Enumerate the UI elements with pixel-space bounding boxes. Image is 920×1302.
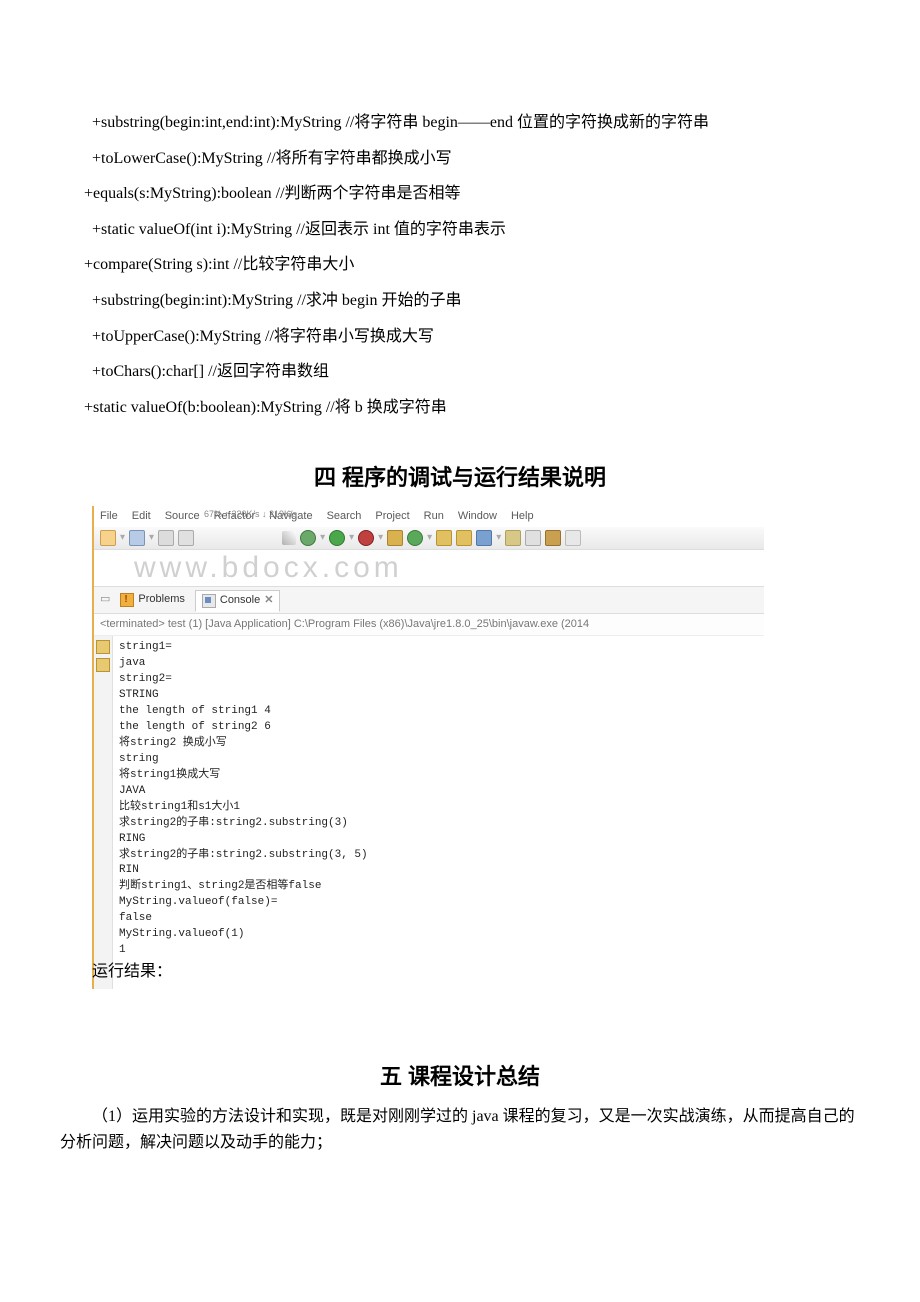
ide-toolbar: ▾ ▾ ▾ ▾ ▾ ▾ ▾ [94,527,764,550]
gutter-icon[interactable] [96,658,110,672]
dropdown-icon[interactable]: ▾ [378,530,383,546]
new-icon[interactable] [100,530,116,546]
run-icon[interactable] [329,530,345,546]
section-5-heading: 五 课程设计总结 [60,1059,860,1094]
extra-icon[interactable] [565,530,581,546]
menu-source[interactable]: Source [165,508,200,526]
document-page: +substring(begin:int,end:int):MyString /… [0,0,920,1225]
method-item: +toLowerCase():MyString //将所有字符串都换成小写 [60,146,860,172]
print-icon[interactable] [178,530,194,546]
method-item: +toUpperCase():MyString //将字符串小写换成大写 [60,324,860,350]
dropdown-icon[interactable]: ▾ [149,530,154,546]
run-last-icon[interactable] [358,530,374,546]
close-icon[interactable]: ✕ [264,592,273,610]
new-package-icon[interactable] [387,530,403,546]
left-gutter [94,636,113,989]
summary-paragraph-1: （1）运用实验的方法设计和实现，既是对刚刚学过的 java 课程的复习，又是一次… [60,1104,860,1155]
menu-run[interactable]: Run [424,508,444,526]
console-output: string1= java string2= STRING the length… [113,636,764,989]
minimize-icon[interactable]: ▭ [100,591,110,609]
tab-console[interactable]: Console ✕ [195,590,281,612]
tab-problems[interactable]: Problems [120,591,184,609]
gutter-icon[interactable] [96,640,110,654]
method-item: +substring(begin:int):MyString //求冲 begi… [60,288,860,314]
dropdown-icon[interactable]: ▾ [349,530,354,546]
ide-editor-blank: www.bdocx.com [94,550,764,587]
dropdown-icon[interactable]: ▾ [120,530,125,546]
highlight-icon[interactable] [545,530,561,546]
section-4-heading: 四 程序的调试与运行结果说明 [60,460,860,495]
open-type-icon[interactable] [407,530,423,546]
method-item: +static valueOf(int i):MyString //返回表示 i… [60,217,860,243]
watermark-text: www.bdocx.com [134,544,403,592]
folder-icon[interactable] [436,530,452,546]
method-item: +equals(s:MyString):boolean //判断两个字符串是否相… [60,181,860,207]
method-list: +substring(begin:int,end:int):MyString /… [60,110,860,420]
wand-icon[interactable] [282,531,296,545]
run-result-label: 运行结果： [92,959,172,989]
tab-problems-label: Problems [138,591,184,609]
run-result-row: 运行结果： File Edit Source Refactor Navigate… [92,506,860,990]
ide-screenshot: File Edit Source Refactor Navigate Searc… [92,506,764,990]
ide-view-tabs: ▭ Problems Console ✕ [94,587,764,614]
console-icon [202,594,216,608]
dropdown-icon[interactable]: ▾ [320,530,325,546]
search-tool-icon[interactable] [476,530,492,546]
method-item: +toChars():char[] //返回字符串数组 [60,359,860,385]
problems-icon [120,593,134,607]
console-body: string1= java string2= STRING the length… [94,636,764,989]
menu-project[interactable]: Project [375,508,409,526]
method-item: +static valueOf(b:boolean):MyString //将 … [60,395,860,421]
terminated-line: <terminated> test (1) [Java Application]… [94,614,764,637]
menu-file[interactable]: File [100,508,118,526]
menu-window[interactable]: Window [458,508,497,526]
save-all-icon[interactable] [158,530,174,546]
method-item: +compare(String s):int //比较字符串大小 [60,252,860,278]
tab-console-label: Console [220,592,260,610]
save-icon[interactable] [129,530,145,546]
menu-help[interactable]: Help [511,508,534,526]
debug-icon[interactable] [300,530,316,546]
dropdown-icon[interactable]: ▾ [427,530,432,546]
method-item: +substring(begin:int,end:int):MyString /… [60,110,860,136]
network-overlay: 67% ↑ 220K/s ↓ 219K/s [204,507,297,521]
edit-icon[interactable] [525,530,541,546]
ide-menu-bar: File Edit Source Refactor Navigate Searc… [94,506,764,528]
task-icon[interactable] [505,530,521,546]
folder2-icon[interactable] [456,530,472,546]
menu-search[interactable]: Search [327,508,362,526]
menu-edit[interactable]: Edit [132,508,151,526]
dropdown-icon[interactable]: ▾ [496,530,501,546]
